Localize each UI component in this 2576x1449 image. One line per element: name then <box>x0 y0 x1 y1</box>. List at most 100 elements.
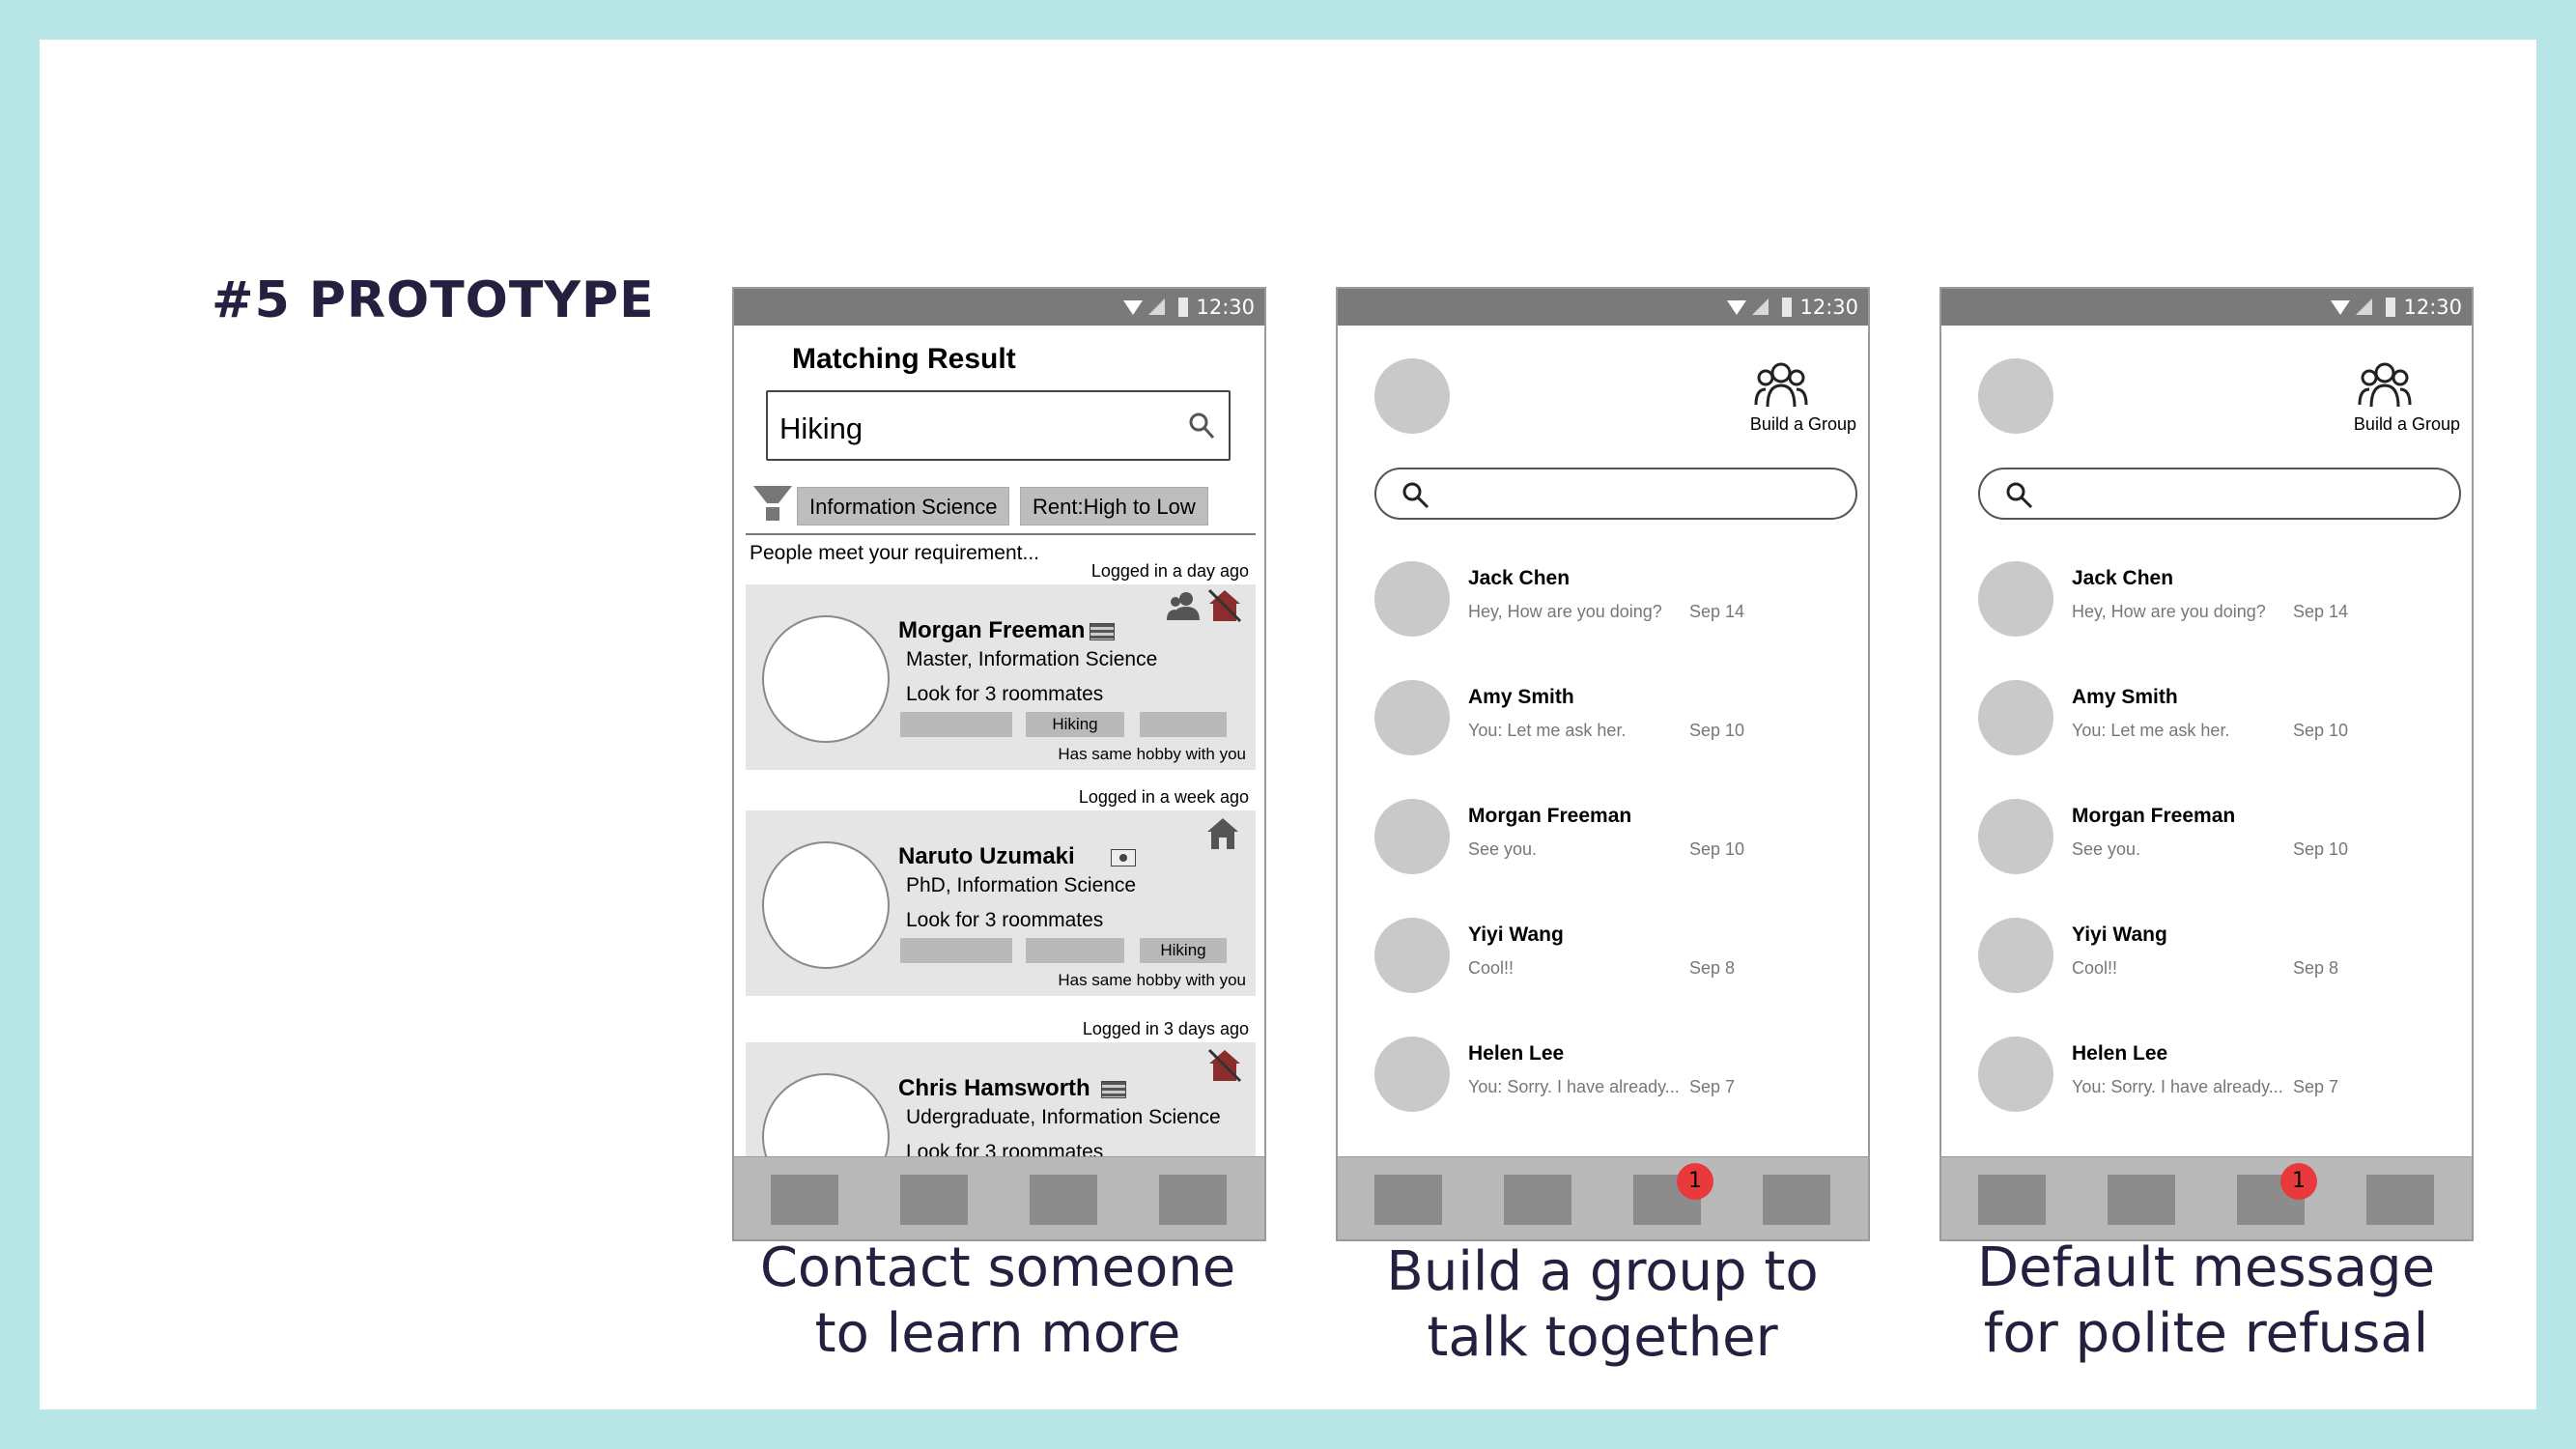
wifi-icon <box>1123 300 1143 315</box>
filter-chip-rent[interactable]: Rent:High to Low <box>1020 487 1208 526</box>
chat-row[interactable]: Yiyi Wang Cool!! Sep 8 <box>1941 918 2472 1014</box>
bottom-nav <box>734 1156 1264 1239</box>
chat-row[interactable]: Yiyi Wang Cool!! Sep 8 <box>1338 918 1868 1014</box>
chat-row[interactable]: Helen Lee You: Sorry. I have already... Se… <box>1338 1037 1868 1133</box>
chat-name: Morgan Freeman <box>1468 805 1632 827</box>
chat-row[interactable]: Morgan Freeman See you. Sep 10 <box>1941 799 2472 895</box>
chat-name: Helen Lee <box>1468 1042 1565 1065</box>
status-bar: 12:30 <box>1941 289 2472 326</box>
nav-tab-1[interactable] <box>1978 1175 2046 1225</box>
caption-line: Build a group to <box>1386 1240 1819 1303</box>
match-look: Look for 3 roommates <box>906 909 1104 931</box>
chat-name: Helen Lee <box>2072 1042 2168 1065</box>
chat-name: Jack Chen <box>2072 567 2174 589</box>
chat-row[interactable]: Amy Smith You: Let me ask her. Sep 10 <box>1338 680 1868 777</box>
chat-row[interactable]: Amy Smith You: Let me ask her. Sep 10 <box>1941 680 2472 777</box>
hobby-tag <box>900 938 1012 963</box>
group-icon[interactable] <box>1754 362 1808 411</box>
build-group-button[interactable]: Build a Group <box>1750 414 1856 435</box>
us-flag-icon <box>1090 623 1115 640</box>
build-group-button[interactable]: Build a Group <box>2354 414 2460 435</box>
nav-tab-2[interactable] <box>1504 1175 1571 1225</box>
nav-tab-2[interactable] <box>900 1175 968 1225</box>
status-time: 12:30 <box>1799 296 1858 319</box>
notification-badge: 1 <box>2280 1163 2317 1200</box>
chat-preview: Cool!! <box>1468 958 1514 978</box>
caption-line: Default message <box>1976 1236 2436 1299</box>
no-house-icon <box>1207 588 1242 623</box>
jp-flag-icon <box>1111 849 1136 867</box>
filter-chip-major[interactable]: Information Science <box>797 487 1010 526</box>
house-icon <box>1207 818 1238 849</box>
wifi-icon <box>1727 300 1746 315</box>
caption-line: talk together <box>1427 1306 1778 1369</box>
match-card[interactable]: Morgan Freeman Master, Information Scien… <box>746 584 1256 770</box>
page-title: Matching Result <box>792 343 1016 375</box>
chat-preview: You: Sorry. I have already... <box>1468 1077 1680 1096</box>
wifi-icon <box>2331 300 2350 315</box>
logged-status: Logged in a week ago <box>1078 787 1249 807</box>
hobby-tag <box>1026 938 1124 963</box>
chat-row[interactable]: Jack Chen Hey, How are you doing? Sep 14 <box>1941 561 2472 658</box>
nav-tab-1[interactable] <box>1374 1175 1442 1225</box>
match-name: Naruto Uzumaki <box>898 843 1075 869</box>
group-icon[interactable] <box>2358 362 2412 411</box>
battery-icon <box>1782 298 1792 317</box>
chat-preview: See you. <box>2072 839 2141 859</box>
avatar <box>1978 561 2053 637</box>
no-house-icon <box>1207 1048 1242 1083</box>
signal-icon <box>2356 298 2372 315</box>
avatar <box>1374 680 1450 755</box>
battery-icon <box>1178 298 1188 317</box>
chat-name: Jack Chen <box>1468 567 1571 589</box>
profile-avatar[interactable] <box>1978 358 2053 434</box>
avatar <box>1978 680 2053 755</box>
chat-date: Sep 14 <box>1689 602 1745 621</box>
chat-date: Sep 10 <box>1689 721 1745 740</box>
slide: #5 PROTOTYPE 12:30 Matching Result Hikin… <box>40 40 2536 1409</box>
search-input[interactable] <box>1978 468 2461 520</box>
chat-date: Sep 7 <box>2293 1077 2339 1096</box>
bottom-nav: 1 <box>1941 1156 2472 1239</box>
phone-chat-list-refusal: 12:30 Build a Group Jack Chen Hey, How ar… <box>1939 287 2474 1241</box>
chat-preview: Hey, How are you doing? <box>2072 602 2266 621</box>
filter-icon[interactable] <box>753 486 792 523</box>
chat-name: Amy Smith <box>1468 686 1574 708</box>
nav-tab-1[interactable] <box>771 1175 838 1225</box>
status-time: 12:30 <box>2403 296 2462 319</box>
search-input[interactable]: Hiking <box>766 390 1231 461</box>
avatar[interactable] <box>762 841 890 969</box>
chat-date: Sep 8 <box>1689 958 1736 978</box>
chat-row[interactable]: Helen Lee You: Sorry. I have already... Se… <box>1941 1037 2472 1133</box>
search-icon[interactable] <box>1188 412 1215 440</box>
hobby-note: Has same hobby with you <box>1058 971 1246 989</box>
search-input[interactable] <box>1374 468 1857 520</box>
caption-line: Contact someone <box>759 1236 1236 1299</box>
chat-preview: See you. <box>1468 839 1538 859</box>
logged-status: Logged in 3 days ago <box>1082 1019 1249 1038</box>
match-card[interactable]: Naruto Uzumaki PhD, Information Science … <box>746 810 1256 996</box>
search-icon <box>1402 482 1430 509</box>
avatar <box>1374 1037 1450 1112</box>
nav-tab-4[interactable] <box>1159 1175 1227 1225</box>
nav-tab-4[interactable] <box>2366 1175 2434 1225</box>
slide-title: #5 PROTOTYPE <box>212 271 655 329</box>
hobby-tag <box>900 712 1012 737</box>
caption-line: for polite refusal <box>1983 1302 2429 1365</box>
chat-row[interactable]: Morgan Freeman See you. Sep 10 <box>1338 799 1868 895</box>
chat-name: Yiyi Wang <box>2072 923 2167 946</box>
match-name: Chris Hamsworth <box>898 1075 1090 1101</box>
chat-date: Sep 7 <box>1689 1077 1736 1096</box>
au-flag-icon <box>1101 1081 1126 1098</box>
search-value: Hiking <box>779 412 863 445</box>
nav-tab-2[interactable] <box>2108 1175 2175 1225</box>
avatar <box>1978 799 2053 874</box>
nav-tab-3[interactable] <box>1030 1175 1097 1225</box>
avatar <box>1374 918 1450 993</box>
signal-icon <box>1148 298 1165 315</box>
avatar[interactable] <box>762 615 890 743</box>
chat-row[interactable]: Jack Chen Hey, How are you doing? Sep 14 <box>1338 561 1868 658</box>
profile-avatar[interactable] <box>1374 358 1450 434</box>
notification-badge: 1 <box>1677 1163 1713 1200</box>
nav-tab-4[interactable] <box>1763 1175 1830 1225</box>
